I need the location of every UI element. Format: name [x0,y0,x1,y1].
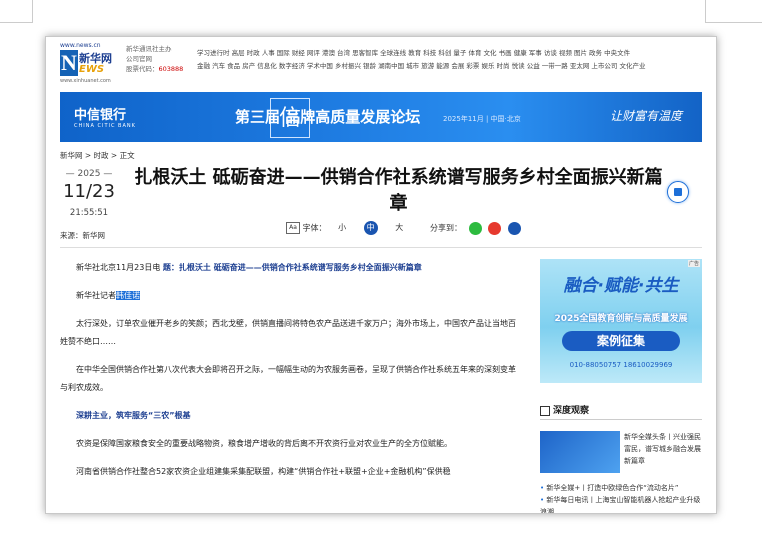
article-body: 新华社北京11月23日电 题：扎根沃土 砥砺奋进——供销合作社系统谱写服务乡村全… [60,259,522,491]
date-year: — 2025 — [65,169,113,179]
font-small-button[interactable]: 小 [335,221,349,235]
xinhua-logo[interactable]: www.news.cn N 新华网 EWS www.xinhuanet.com [60,42,124,86]
logo-url: www.news.cn [60,42,101,49]
article-lead: 新华社北京11月23日电 题：扎根沃土 砥砺奋进——供销合作社系统谱写服务乡村全… [76,263,422,272]
qzone-share-icon[interactable] [507,221,521,235]
banner-slogan: 让财富有温度 [610,109,683,123]
article-paragraph: 太行深处，订单农业催开老乡的笑颜；西北戈壁，供销直播间将特色农产品送进千家万户；… [60,319,516,346]
wechat-share-icon[interactable] [468,221,482,235]
news-link[interactable]: 新华全媒+丨打造中欧绿色合作“流动名片” [540,482,702,494]
logo-n-icon: N [60,50,78,76]
logo-url-secondary: www.xinhuanet.com [60,78,111,84]
publish-date: — 2025 — 11/23 21:55:51 [60,169,118,218]
date-monthday: 11/23 [63,181,115,202]
font-large-button[interactable]: 大 [392,221,406,235]
article-paragraph: 河南省供销合作社整合52家农资企业组建集采集配联盟，构建“供销合作社+联盟+企业… [76,467,451,476]
deep-observation-item[interactable]: 新华全媒头条丨兴业强民富民，谱写城乡融合发展新篇章 [540,427,702,475]
window-corner-right [705,0,762,23]
stock-code: 股票代码：603888 [126,65,184,73]
citic-bank-banner-ad[interactable]: 中信银行 CHINA CITIC BANK 信 第三届 品牌高质量发展论坛 202… [60,92,702,142]
channel-nav[interactable]: 学习进行时 高层 时政 人事 国际 财经 网评 港澳 台湾 思客智库 全球连线 … [197,47,712,73]
deep-observation-text[interactable]: 新华全媒头条丨兴业强民富民，谱写城乡融合发展新篇章 [624,431,702,467]
reporter-name-selected[interactable]: 韩佳诺 [116,291,140,300]
browser-page: www.news.cn N 新华网 EWS www.xinhuanet.com … [45,36,717,514]
ad-cta: 案例征集 [562,331,680,351]
speaker-icon [674,188,682,196]
article-source: 来源：新华网 [60,231,105,240]
article-title: 扎根沃土 砥砺奋进——供销合作社系统谱写服务乡村全面振兴新篇章 [134,167,663,214]
article-tools: Aa 字体： 小 中 大 分享到： [286,221,521,235]
banner-headline: 第三届 品牌高质量发展论坛 [235,108,421,126]
breadcrumb[interactable]: 新华网 > 时政 > 正文 [60,150,135,161]
news-link[interactable]: 新华每日电讯丨上海宝山智能机器人抢起产业升级浪潮 [540,494,702,513]
font-medium-button[interactable]: 中 [363,221,378,235]
deep-observation-thumbnail[interactable] [540,431,620,473]
article-paragraph: 在中华全国供销合作社第八次代表大会即将召开之际，一幅幅生动的为农服务画卷，呈现了… [60,365,516,392]
article-subhead: 深耕主业，筑牢服务“三农”根基 [76,411,191,420]
ad-mark: 广告 [687,260,700,267]
ad-phone: 010-88050757 18610029969 [569,361,673,369]
article-reporter: 新华社记者韩佳诺 [76,291,140,300]
sidebar-news-list: 新华全媒+丨打造中欧绿色合作“流动名片” 新华每日电讯丨上海宝山智能机器人抢起产… [540,482,702,513]
section-icon [540,405,550,416]
citic-bank-logo: 中信银行 CHINA CITIC BANK [74,108,136,129]
share-label: 分享到： [430,223,462,233]
date-time: 21:55:51 [69,208,109,218]
publisher-label: 新华通讯社主办 [126,45,172,53]
logo-ews: EWS [79,64,105,75]
read-aloud-button[interactable] [667,181,689,203]
publisher-info: 新华通讯社主办 公司官网 股票代码：603888 [126,44,196,74]
divider [60,247,702,248]
font-size-icon: Aa [286,222,300,234]
weibo-share-icon[interactable] [488,221,502,235]
font-size-label: 字体： [302,223,327,233]
company-site-link[interactable]: 公司官网 [126,54,196,64]
deep-observation-header: 深度观察 [540,403,702,420]
window-corner-left [0,0,33,23]
education-ad[interactable]: 广告 融合·赋能·共生 2025全国教育创新与高质量发展 案例征集 010-88… [540,259,702,383]
banner-meta: 2025年11月 | 中国·北京 [443,115,521,123]
channel-nav-row-1[interactable]: 学习进行时 高层 时政 人事 国际 财经 网评 港澳 台湾 思客智库 全球连线 … [197,47,712,60]
article-paragraph: 农资是保障国家粮食安全的重要战略物资，粮食增产增收的背后离不开农资行业对农业生产… [76,439,452,448]
ad-title: 融合·赋能·共生 [563,276,679,296]
ad-subtitle: 2025全国教育创新与高质量发展 [554,314,688,324]
channel-nav-row-2[interactable]: 金融 汽车 食品 房产 信息化 数字经济 学术中国 乡村振兴 银龄 湖南中国 城… [197,60,712,73]
site-header: www.news.cn N 新华网 EWS www.xinhuanet.com … [46,37,716,89]
